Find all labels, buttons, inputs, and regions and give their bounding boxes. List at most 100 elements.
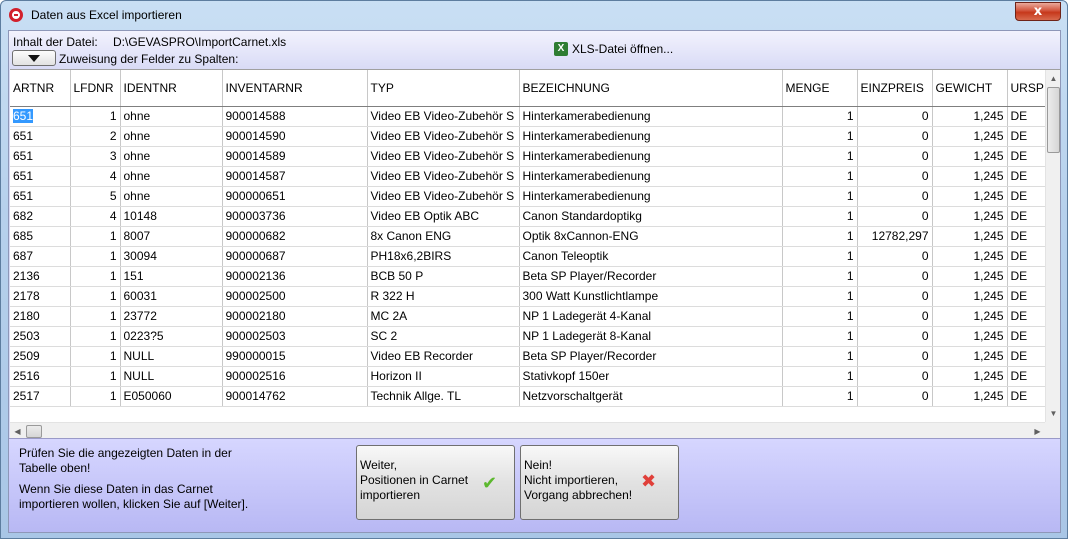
table-row[interactable]: 2503 1 0223?5 900002503 SC 2 NP 1 Ladegerät 8… — [10, 326, 1048, 347]
column-header-bezeichnung[interactable]: BEZEICHNUNG — [519, 70, 783, 107]
table-row[interactable]: 651 1 ohne 900014588 Video EB Video-Zubehör … — [10, 106, 1048, 127]
cell-gewicht[interactable]: 1,245 — [932, 206, 1008, 227]
cell-identnr[interactable]: 10148 — [120, 206, 223, 227]
cell-lfdnr[interactable]: 2 — [70, 126, 121, 147]
cell-identnr[interactable]: ohne — [120, 146, 223, 167]
cell-inventarnr[interactable]: 900000687 — [222, 246, 368, 267]
cell-gewicht[interactable]: 1,245 — [932, 186, 1008, 207]
cell-einzpreis[interactable]: 0 — [857, 306, 933, 327]
cell-artnr[interactable]: 2509 — [10, 346, 71, 367]
cell-lfdnr[interactable]: 4 — [70, 206, 121, 227]
cell-lfdnr[interactable]: 1 — [70, 346, 121, 367]
cell-identnr[interactable]: ohne — [120, 186, 223, 207]
cancel-import-button[interactable]: Nein! Nicht importieren, Vorgang abbrech… — [520, 445, 679, 520]
cell-ursp[interactable]: DE — [1007, 306, 1048, 327]
cell-ursp[interactable]: DE — [1007, 326, 1048, 347]
cell-lfdnr[interactable]: 1 — [70, 326, 121, 347]
cell-identnr[interactable]: 30094 — [120, 246, 223, 267]
cell-inventarnr[interactable]: 900003736 — [222, 206, 368, 227]
cell-menge[interactable]: 1 — [782, 206, 858, 227]
vertical-scrollbar[interactable]: ▲ ▼ — [1045, 70, 1060, 422]
cell-gewicht[interactable]: 1,245 — [932, 166, 1008, 187]
cell-einzpreis[interactable]: 0 — [857, 346, 933, 367]
cell-gewicht[interactable]: 1,245 — [932, 306, 1008, 327]
cell-gewicht[interactable]: 1,245 — [932, 286, 1008, 307]
cell-typ[interactable]: Technik Allge. TL — [367, 386, 520, 407]
table-row[interactable]: 2180 1 23772 900002180 MC 2A NP 1 Ladegerät 4… — [10, 306, 1048, 327]
cell-einzpreis[interactable]: 0 — [857, 106, 933, 127]
cell-lfdnr[interactable]: 1 — [70, 306, 121, 327]
cell-einzpreis[interactable]: 0 — [857, 126, 933, 147]
horizontal-scroll-thumb[interactable] — [26, 425, 42, 438]
table-row[interactable]: 682 4 10148 900003736 Video EB Optik ABC Cano… — [10, 206, 1048, 227]
column-header-einzpreis[interactable]: EINZPREIS — [857, 70, 933, 107]
cell-typ[interactable]: Video EB Recorder — [367, 346, 520, 367]
cell-einzpreis[interactable]: 0 — [857, 386, 933, 407]
cell-menge[interactable]: 1 — [782, 386, 858, 407]
cell-artnr[interactable]: 651 — [10, 186, 71, 207]
cell-identnr[interactable]: 60031 — [120, 286, 223, 307]
cell-einzpreis[interactable]: 0 — [857, 266, 933, 287]
cell-ursp[interactable]: DE — [1007, 206, 1048, 227]
scroll-left-icon[interactable]: ◀ — [10, 423, 25, 438]
cell-gewicht[interactable]: 1,245 — [932, 366, 1008, 387]
table-row[interactable]: 685 1 8007 900000682 8x Canon ENG Optik 8xCan… — [10, 226, 1048, 247]
scroll-down-icon[interactable]: ▼ — [1046, 405, 1060, 422]
cell-menge[interactable]: 1 — [782, 286, 858, 307]
cell-menge[interactable]: 1 — [782, 266, 858, 287]
cell-lfdnr[interactable]: 4 — [70, 166, 121, 187]
cell-identnr[interactable]: 0223?5 — [120, 326, 223, 347]
cell-artnr[interactable]: 687 — [10, 246, 71, 267]
cell-inventarnr[interactable]: 900000651 — [222, 186, 368, 207]
cell-identnr[interactable]: ohne — [120, 126, 223, 147]
cell-bezeichnung[interactable]: Beta SP Player/Recorder — [519, 266, 783, 287]
cell-typ[interactable]: PH18x6,2BIRS — [367, 246, 520, 267]
cell-ursp[interactable]: DE — [1007, 146, 1048, 167]
cell-bezeichnung[interactable]: Hinterkamerabedienung — [519, 146, 783, 167]
table-row[interactable]: 651 4 ohne 900014587 Video EB Video-Zubehör … — [10, 166, 1048, 187]
cell-artnr[interactable]: 651 — [10, 106, 71, 127]
cell-ursp[interactable]: DE — [1007, 346, 1048, 367]
cell-bezeichnung[interactable]: Hinterkamerabedienung — [519, 186, 783, 207]
cell-ursp[interactable]: DE — [1007, 386, 1048, 407]
cell-inventarnr[interactable]: 900000682 — [222, 226, 368, 247]
cell-ursp[interactable]: DE — [1007, 186, 1048, 207]
column-header-lfdnr[interactable]: LFDNR — [70, 70, 121, 107]
cell-identnr[interactable]: 23772 — [120, 306, 223, 327]
cell-menge[interactable]: 1 — [782, 246, 858, 267]
cell-einzpreis[interactable]: 12782,297 — [857, 226, 933, 247]
cell-typ[interactable]: Video EB Video-Zubehör S — [367, 146, 520, 167]
table-row[interactable]: 651 3 ohne 900014589 Video EB Video-Zubehör … — [10, 146, 1048, 167]
cell-menge[interactable]: 1 — [782, 366, 858, 387]
cell-bezeichnung[interactable]: Netzvorschaltgerät — [519, 386, 783, 407]
cell-artnr[interactable]: 2517 — [10, 386, 71, 407]
cell-einzpreis[interactable]: 0 — [857, 206, 933, 227]
cell-ursp[interactable]: DE — [1007, 266, 1048, 287]
cell-menge[interactable]: 1 — [782, 306, 858, 327]
cell-menge[interactable]: 1 — [782, 166, 858, 187]
cell-einzpreis[interactable]: 0 — [857, 186, 933, 207]
cell-ursp[interactable]: DE — [1007, 286, 1048, 307]
cell-inventarnr[interactable]: 900002136 — [222, 266, 368, 287]
cell-typ[interactable]: Video EB Video-Zubehör S — [367, 106, 520, 127]
cell-einzpreis[interactable]: 0 — [857, 246, 933, 267]
cell-inventarnr[interactable]: 900002516 — [222, 366, 368, 387]
cell-identnr[interactable]: NULL — [120, 366, 223, 387]
cell-identnr[interactable]: ohne — [120, 166, 223, 187]
column-header-menge[interactable]: MENGE — [782, 70, 858, 107]
cell-ursp[interactable]: DE — [1007, 226, 1048, 247]
cell-typ[interactable]: 8x Canon ENG — [367, 226, 520, 247]
cell-bezeichnung[interactable]: NP 1 Ladegerät 8-Kanal — [519, 326, 783, 347]
cell-einzpreis[interactable]: 0 — [857, 326, 933, 347]
column-header-typ[interactable]: TYP — [367, 70, 520, 107]
cell-einzpreis[interactable]: 0 — [857, 286, 933, 307]
table-row[interactable]: 2509 1 NULL 990000015 Video EB Recorder Beta … — [10, 346, 1048, 367]
cell-typ[interactable]: BCB 50 P — [367, 266, 520, 287]
scroll-up-icon[interactable]: ▲ — [1046, 70, 1060, 87]
cell-identnr[interactable]: E050060 — [120, 386, 223, 407]
column-header-gewicht[interactable]: GEWICHT — [932, 70, 1008, 107]
cell-inventarnr[interactable]: 900014587 — [222, 166, 368, 187]
cell-typ[interactable]: Video EB Video-Zubehör S — [367, 126, 520, 147]
cell-artnr[interactable]: 2516 — [10, 366, 71, 387]
table-row[interactable]: 687 1 30094 900000687 PH18x6,2BIRS Canon Tele… — [10, 246, 1048, 267]
